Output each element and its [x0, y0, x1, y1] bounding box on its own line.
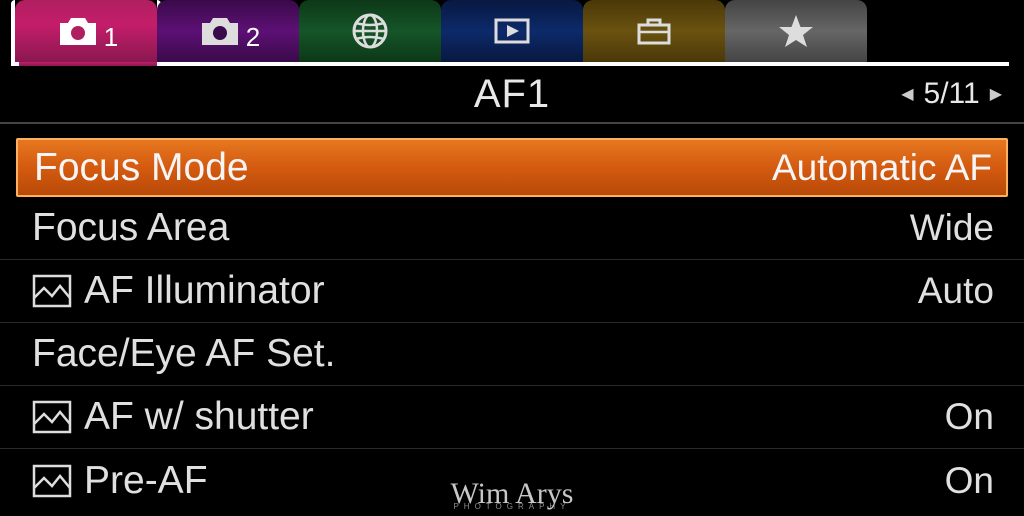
menu-list: Focus Mode Automatic AF Focus Area Wide …	[0, 124, 1024, 512]
camera-icon	[54, 11, 102, 51]
menu-header: AF1 ◀ 5/11 ▶	[0, 66, 1024, 124]
menu-item-value: Auto	[918, 270, 994, 312]
menu-item-label: Focus Area	[32, 206, 229, 250]
menu-item-label: AF Illuminator	[84, 269, 325, 313]
tab-camera-1-number: 1	[104, 22, 118, 53]
menu-item-label: Pre-AF	[84, 459, 208, 503]
still-image-icon	[32, 464, 72, 498]
tab-playback[interactable]	[441, 0, 583, 62]
menu-item-value: Automatic AF	[772, 147, 992, 189]
globe-icon	[346, 11, 394, 51]
tab-bar: 1 2	[0, 0, 1024, 62]
playback-icon	[488, 11, 536, 51]
menu-item-label: AF w/ shutter	[84, 395, 314, 439]
chevron-left-icon[interactable]: ◀	[901, 84, 913, 104]
chevron-right-icon[interactable]: ▶	[990, 84, 1002, 104]
menu-item-af-illuminator[interactable]: AF Illuminator Auto	[0, 260, 1024, 323]
menu-item-af-shutter[interactable]: AF w/ shutter On	[0, 386, 1024, 449]
page-number: 5/11	[924, 77, 980, 111]
menu-item-value: On	[945, 460, 994, 502]
active-tab-underline	[19, 62, 157, 66]
menu-item-label: Focus Mode	[34, 146, 249, 190]
still-image-icon	[32, 274, 72, 308]
still-image-icon	[32, 400, 72, 434]
menu-item-face-eye-af[interactable]: Face/Eye AF Set.	[0, 323, 1024, 386]
camera-icon	[196, 11, 244, 51]
menu-item-value: On	[945, 396, 994, 438]
page-indicator: ◀ 5/11 ▶	[901, 77, 1002, 111]
tab-camera-2[interactable]: 2	[157, 0, 299, 62]
menu-item-pre-af[interactable]: Pre-AF On	[0, 449, 1024, 512]
tab-network[interactable]	[299, 0, 441, 62]
star-icon	[772, 11, 820, 51]
tab-favorites[interactable]	[725, 0, 867, 62]
tab-camera-2-number: 2	[246, 22, 260, 53]
tab-camera-1[interactable]: 1	[15, 0, 157, 62]
page-title: AF1	[474, 72, 550, 117]
toolbox-icon	[630, 11, 678, 51]
menu-item-focus-mode[interactable]: Focus Mode Automatic AF	[16, 138, 1008, 197]
tab-setup[interactable]	[583, 0, 725, 62]
menu-item-label: Face/Eye AF Set.	[32, 332, 335, 376]
menu-item-focus-area[interactable]: Focus Area Wide	[0, 197, 1024, 260]
menu-item-value: Wide	[910, 207, 994, 249]
